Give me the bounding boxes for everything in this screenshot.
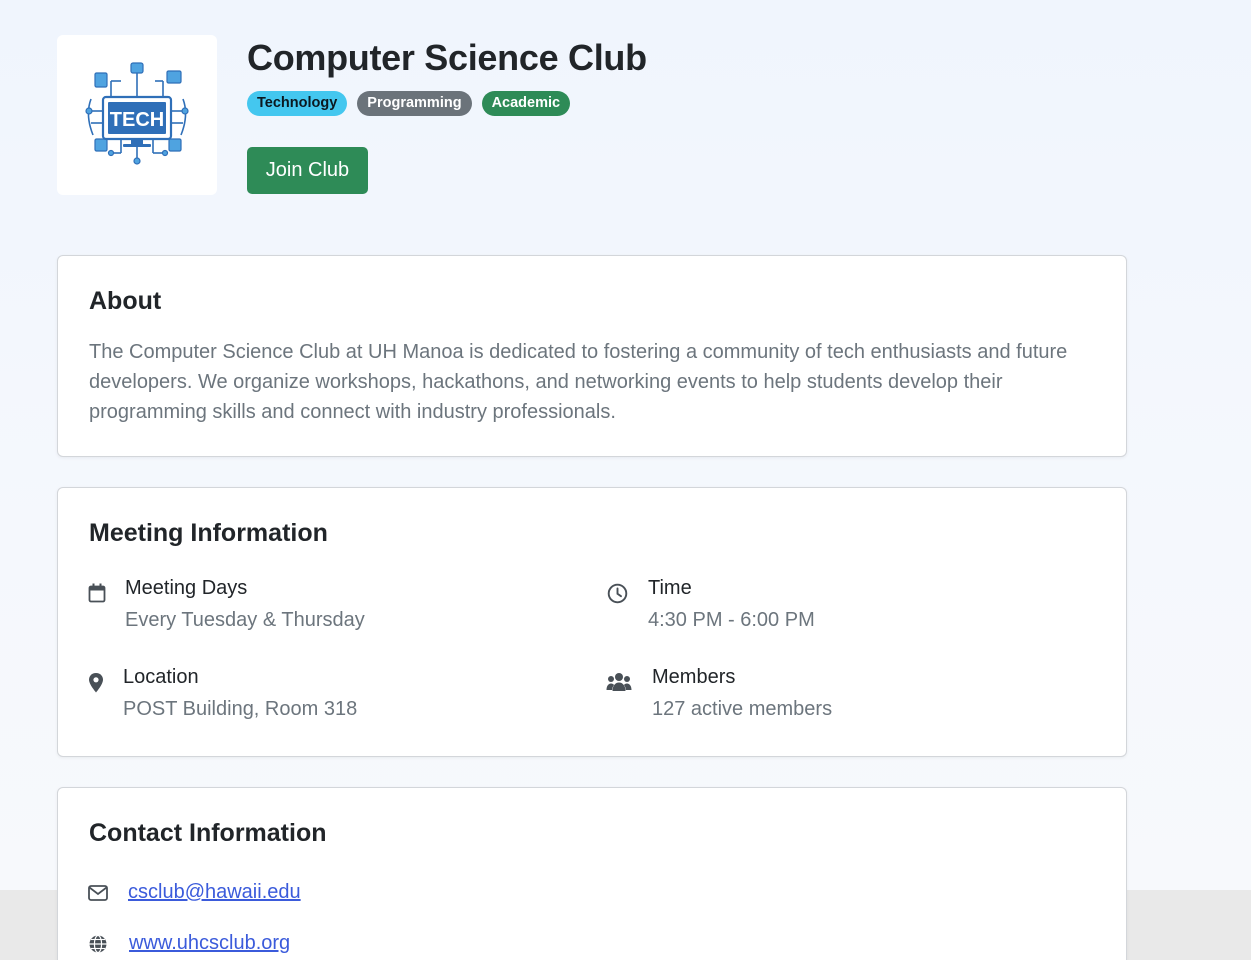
members-label: Members bbox=[652, 666, 736, 688]
email-link[interactable]: csclub@hawaii.edu bbox=[128, 881, 301, 904]
meeting-days-label: Meeting Days bbox=[125, 577, 248, 599]
club-title: Computer Science Club bbox=[247, 37, 647, 78]
about-heading: About bbox=[89, 287, 162, 315]
tag-technology: Technology bbox=[247, 91, 348, 116]
meeting-days-value: Every Tuesday & Thursday bbox=[125, 609, 365, 631]
website-link[interactable]: www.uhcsclub.org bbox=[129, 932, 290, 955]
svg-text:TECH: TECH bbox=[110, 109, 164, 131]
tech-circuit-icon: TECH bbox=[85, 62, 189, 165]
meeting-info-card: Meeting Information Meeting Days Every T… bbox=[57, 487, 1127, 757]
meeting-time-value: 4:30 PM - 6:00 PM bbox=[648, 609, 815, 631]
tag-programming: Programming bbox=[357, 91, 472, 116]
meeting-location-label: Location bbox=[123, 666, 199, 688]
map-pin-icon bbox=[89, 673, 103, 693]
about-description: The Computer Science Club at UH Manoa is… bbox=[89, 341, 1068, 423]
meeting-location-value: POST Building, Room 318 bbox=[123, 698, 358, 720]
contact-info-heading: Contact Information bbox=[89, 819, 327, 847]
club-logo: TECH bbox=[57, 35, 217, 195]
members-value: 127 active members bbox=[652, 698, 833, 720]
club-header: TECH Computer Science Club Technology Pr… bbox=[57, 35, 1127, 195]
about-card: About The Computer Science Club at UH Ma… bbox=[57, 255, 1127, 457]
meeting-info-heading: Meeting Information bbox=[89, 519, 328, 547]
globe-icon bbox=[89, 934, 107, 954]
tag-academic: Academic bbox=[481, 91, 571, 116]
calendar-icon bbox=[88, 583, 106, 603]
email-icon bbox=[88, 885, 108, 901]
club-tags: Technology Programming Academic bbox=[247, 91, 571, 116]
meeting-time-label: Time bbox=[648, 577, 692, 599]
contact-info-card: Contact Information csclub@hawaii.edu ww… bbox=[57, 787, 1127, 960]
users-icon bbox=[606, 673, 632, 691]
clock-icon bbox=[607, 583, 628, 604]
join-club-button[interactable]: Join Club bbox=[247, 147, 368, 194]
